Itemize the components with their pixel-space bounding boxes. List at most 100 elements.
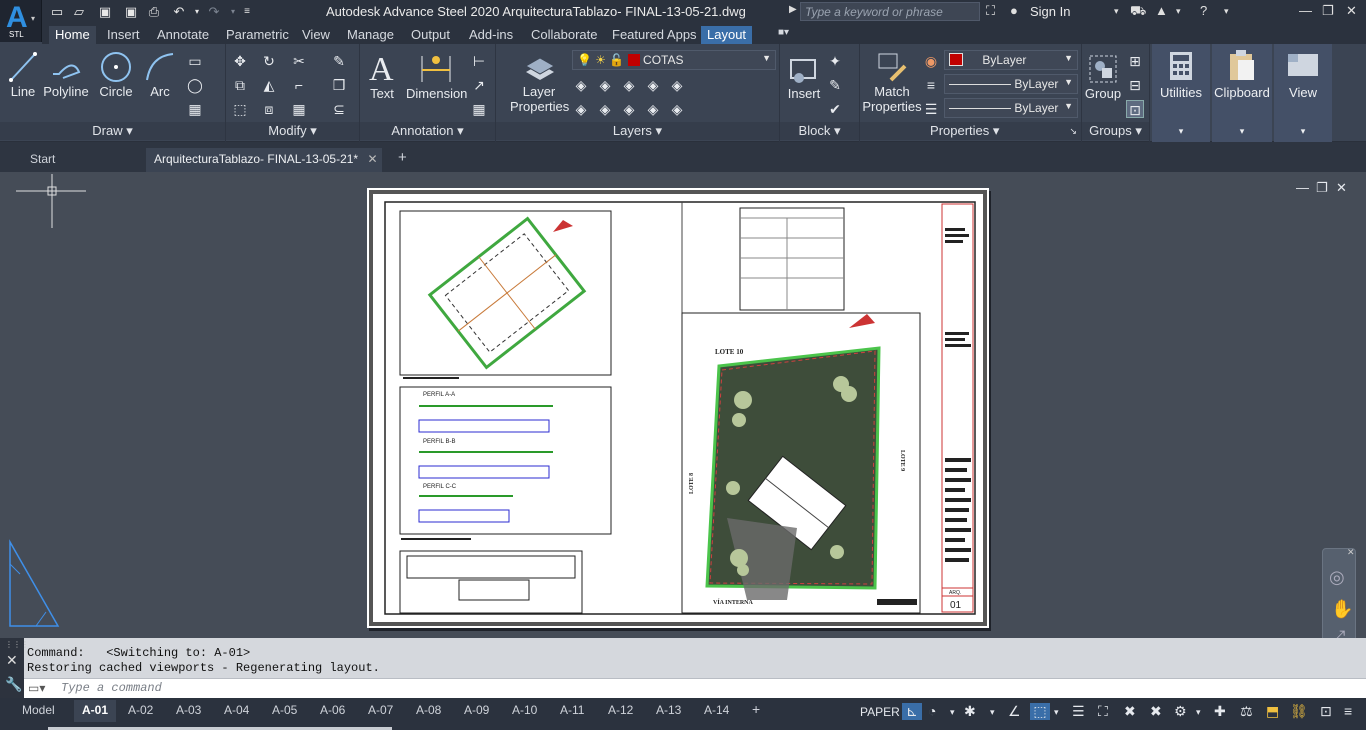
linetype-icon[interactable]: ≡	[922, 76, 940, 94]
print-icon[interactable]: ⎙	[145, 3, 163, 21]
close-tab-icon[interactable]: ✕	[367, 152, 377, 166]
polyline-button[interactable]: Polyline	[42, 50, 90, 99]
tab-insert[interactable]: Insert	[101, 26, 146, 44]
array-icon[interactable]: ▦	[290, 100, 308, 118]
circle-button[interactable]: Circle	[96, 50, 136, 99]
drawing-canvas[interactable]: — ❐ ✕ PERFIL A-A PERFIL B-B PERFIL C-C L…	[0, 172, 1366, 680]
viewport-restore-icon[interactable]: ❐	[1316, 180, 1328, 196]
tab-featured-apps[interactable]: Featured Apps	[606, 26, 703, 44]
sign-in-dropdown-icon[interactable]: ▾	[1114, 6, 1119, 17]
line-button[interactable]: Line	[6, 50, 40, 99]
draw-panel-title[interactable]: Draw ▾	[0, 122, 225, 140]
new-icon[interactable]: ▭	[48, 3, 66, 21]
command-input[interactable]: ▭▾ Type a command	[24, 678, 1366, 698]
customize-status-icon[interactable]: ≡	[1344, 703, 1352, 719]
steering-wheel-icon[interactable]: ◎	[1329, 567, 1345, 588]
binoculars-icon[interactable]: ⛶	[986, 3, 995, 19]
color-dropdown[interactable]: ByLayer ▼	[944, 50, 1078, 70]
leader-icon[interactable]: ↗	[470, 76, 488, 94]
new-tab-icon[interactable]: +	[390, 148, 415, 172]
redo-icon[interactable]: ↷	[205, 3, 223, 21]
layout-tab-a13[interactable]: A-13	[652, 700, 685, 722]
isodraft-dropdown-icon[interactable]: ▾	[990, 707, 995, 718]
customize-wrench-icon[interactable]: 🔧	[5, 676, 22, 693]
color-wheel-icon[interactable]: ◉	[922, 52, 940, 70]
layout-tab-a08[interactable]: A-08	[412, 700, 445, 722]
modify-panel-title[interactable]: Modify ▾	[226, 122, 359, 140]
undo-dropdown-icon[interactable]: ▾	[188, 3, 206, 21]
tab-collaborate[interactable]: Collaborate	[525, 26, 604, 44]
group-button[interactable]: Group	[1084, 52, 1122, 101]
start-tab[interactable]: Start	[22, 148, 142, 172]
command-prompt-icon[interactable]: ▭▾	[28, 681, 45, 695]
layer-properties-button[interactable]: Layer Properties	[510, 50, 569, 114]
sign-in-link[interactable]: Sign In	[1030, 4, 1070, 19]
a360-icon[interactable]: ▲	[1155, 3, 1168, 18]
annotation-visibility-icon[interactable]: ✖	[1124, 703, 1136, 720]
trim-icon[interactable]: ✂	[290, 52, 308, 70]
lineweight-display-icon[interactable]: ☰	[1072, 703, 1085, 720]
tab-output[interactable]: Output	[405, 26, 456, 44]
scale-icon[interactable]: ⧈	[260, 100, 278, 118]
erase-icon[interactable]: ✎	[330, 52, 348, 70]
ribbon-options-icon[interactable]: ■▾	[772, 26, 795, 44]
utilities-button[interactable]: Utilities ▾	[1152, 44, 1210, 142]
group-selection-icon[interactable]: ⊡	[1126, 100, 1144, 118]
stretch-icon[interactable]: ⬚	[231, 100, 249, 118]
explode-icon[interactable]: ❒	[330, 76, 348, 94]
save-as-icon[interactable]: ▣	[122, 3, 140, 21]
annotation-panel-title[interactable]: Annotation ▾	[360, 122, 495, 140]
workspace-dropdown-icon[interactable]: ▾	[1196, 707, 1201, 718]
annotation-monitor-icon[interactable]: ✚	[1214, 703, 1226, 720]
customize-qat-icon[interactable]: ≡	[238, 3, 256, 21]
layer-isolate-icon[interactable]: ◈	[596, 76, 614, 94]
selection-cycling-icon[interactable]: ⛶	[1098, 703, 1108, 720]
save-icon[interactable]: ▣	[96, 3, 114, 21]
help-dropdown-icon[interactable]: ▾	[1224, 6, 1229, 17]
block-panel-title[interactable]: Block ▾	[780, 122, 859, 140]
close-icon[interactable]: ✕	[1346, 3, 1357, 19]
layer-current-icon[interactable]: ◈	[668, 100, 686, 118]
layout-tab-a12[interactable]: A-12	[604, 700, 637, 722]
tab-manage[interactable]: Manage	[341, 26, 400, 44]
insert-button[interactable]: Insert	[784, 52, 824, 101]
undo-icon[interactable]: ↶	[170, 3, 188, 21]
match-properties-button[interactable]: Match Properties	[862, 50, 922, 114]
object-snap-tracking-icon[interactable]: ∠	[1008, 703, 1021, 720]
groups-panel-title[interactable]: Groups ▾	[1082, 122, 1149, 140]
layout-tab-a10[interactable]: A-10	[508, 700, 541, 722]
object-snap-icon[interactable]: ⬚	[1030, 703, 1050, 720]
ellipse-icon[interactable]: ◯	[186, 76, 204, 94]
layers-panel-title[interactable]: Layers ▾	[496, 122, 779, 140]
layout-tab-a14[interactable]: A-14	[700, 700, 733, 722]
pan-icon[interactable]: ✋	[1331, 599, 1353, 620]
tab-annotate[interactable]: Annotate	[151, 26, 215, 44]
layer-lock-icon[interactable]: ◈	[644, 76, 662, 94]
tab-layout[interactable]: Layout	[701, 26, 753, 44]
edit-block-icon[interactable]: ✎	[826, 76, 844, 94]
viewport-close-icon[interactable]: ✕	[1336, 180, 1347, 196]
annotation-scale-icon[interactable]: ✖	[1150, 703, 1162, 720]
arc-button[interactable]: Arc	[142, 50, 178, 99]
viewport-minimize-icon[interactable]: —	[1296, 180, 1309, 195]
open-icon[interactable]: ▱	[70, 3, 88, 21]
isolate-objects-icon[interactable]: ⊡	[1320, 703, 1332, 720]
tab-add-ins[interactable]: Add-ins	[463, 26, 519, 44]
layer-off-icon[interactable]: ◈	[572, 76, 590, 94]
layer-on-icon[interactable]: ◈	[572, 100, 590, 118]
layer-freeze-icon[interactable]: ◈	[620, 76, 638, 94]
a360-dropdown-icon[interactable]: ▾	[1176, 6, 1181, 17]
layout-tab-a04[interactable]: A-04	[220, 700, 253, 722]
layout-tab-model[interactable]: Model	[18, 700, 59, 722]
layout-tab-a07[interactable]: A-07	[364, 700, 397, 722]
quick-properties-icon[interactable]: ⬒	[1266, 703, 1279, 720]
linetype-dropdown[interactable]: ByLayer ▼	[944, 74, 1078, 94]
layer-thaw-icon[interactable]: ◈	[620, 100, 638, 118]
move-icon[interactable]: ✥	[231, 52, 249, 70]
paper-space-toggle[interactable]: PAPER	[860, 705, 900, 719]
object-snap-dropdown-icon[interactable]: ▾	[1054, 707, 1059, 718]
layer-unlock-icon[interactable]: ◈	[644, 100, 662, 118]
tab-view[interactable]: View	[296, 26, 336, 44]
navbar-close-icon[interactable]: ✕	[1347, 547, 1355, 558]
layout-tab-a03[interactable]: A-03	[172, 700, 205, 722]
